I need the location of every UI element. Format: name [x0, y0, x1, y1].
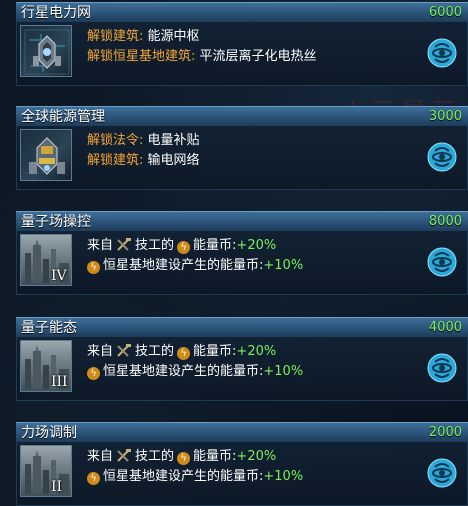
- tech-card-force-field-modulation[interactable]: 力场调制 2000 II 来自 技工的 ϟ 能量币:+20% ϟ 恒星基地建设产生的能量…: [16, 422, 468, 506]
- tech-card-body: 解锁建筑: 能源中枢 解锁恒星基地建筑: 平流层离子化电热丝: [16, 22, 468, 86]
- tech-card-body: II 来自 技工的 ϟ 能量币:+20% ϟ 恒星基地建设产生的能量币:+10%: [16, 442, 468, 506]
- research-cost: 6000: [428, 5, 462, 20]
- wrench-hammer-icon: [117, 238, 132, 251]
- research-cost: 4000: [428, 320, 462, 335]
- modifier-line: ϟ 恒星基地建设产生的能量币:+10%: [87, 362, 303, 382]
- tech-title: 力场调制: [21, 425, 77, 441]
- tier-numeral: IV: [51, 268, 67, 284]
- energy-bolt-icon: ϟ: [87, 472, 100, 485]
- energy-bolt-icon: ϟ: [87, 367, 100, 380]
- wrench-hammer-icon: [117, 449, 132, 462]
- tech-card-body: IV 来自 技工的 ϟ 能量币:+20% ϟ 恒星基地建设产生的能量币:+10%: [16, 231, 468, 295]
- tech-card-quantum-energy-state[interactable]: 量子能态 4000 III 来自 技工的 ϟ 能量币:+20% ϟ 恒星基地建设产生的能…: [16, 317, 468, 401]
- research-cost: 8000: [428, 214, 462, 229]
- physics-emblem-icon: [427, 458, 457, 488]
- tech-thumbnail: III: [20, 340, 72, 392]
- research-cost: 2000: [428, 425, 462, 440]
- modifier-line: 来自 技工的 ϟ 能量币:+20%: [87, 238, 277, 254]
- tech-thumbnail: II: [20, 445, 72, 497]
- tech-title: 行星电力网: [21, 5, 91, 21]
- industrial-city-icon: [25, 450, 69, 494]
- power-hub-icon: [20, 129, 72, 181]
- tech-title: 量子能态: [21, 320, 77, 336]
- physics-emblem-icon: [427, 38, 457, 68]
- tech-card-header: 全球能源管理 3000: [16, 106, 468, 126]
- unlock-line: 解锁法令: 电量补贴: [87, 133, 200, 148]
- tech-title: 全球能源管理: [21, 109, 105, 125]
- tech-card-header: 量子场操控 8000: [16, 211, 468, 231]
- energy-bolt-icon: ϟ: [177, 452, 191, 465]
- tech-card-body: III 来自 技工的 ϟ 能量币:+20% ϟ 恒星基地建设产生的能量币:+10%: [16, 337, 468, 401]
- power-hub-icon: [20, 25, 72, 77]
- wrench-hammer-icon: [117, 344, 132, 357]
- unlock-line: 解锁建筑: 输电网络: [87, 153, 200, 168]
- unlock-line: 解锁恒星基地建筑: 平流层离子化电热丝: [87, 49, 317, 64]
- tier-numeral: II: [51, 479, 63, 495]
- modifier-line: ϟ 恒星基地建设产生的能量币:+10%: [87, 467, 303, 487]
- tier-numeral: III: [51, 374, 68, 390]
- tech-card-header: 力场调制 2000: [16, 422, 468, 442]
- tech-card-global-energy-management[interactable]: 全球能源管理 3000 解锁法令: 电量补贴 解锁建筑: 输电网络: [16, 106, 468, 190]
- modifier-line: 来自 技工的 ϟ 能量币:+20%: [87, 449, 277, 465]
- energy-bolt-icon: ϟ: [177, 347, 191, 360]
- tech-title: 量子场操控: [21, 214, 91, 230]
- physics-emblem-icon: [427, 353, 457, 383]
- research-cost: 3000: [428, 109, 462, 124]
- energy-bolt-icon: ϟ: [87, 261, 100, 274]
- unlock-line: 解锁建筑: 能源中枢: [87, 29, 200, 44]
- physics-emblem-icon: [427, 142, 457, 172]
- energy-bolt-icon: ϟ: [177, 241, 191, 254]
- modifier-line: ϟ 恒星基地建设产生的能量币:+10%: [87, 256, 303, 276]
- physics-emblem-icon: [427, 247, 457, 277]
- tech-thumbnail: IV: [20, 234, 72, 286]
- tech-card-header: 行星电力网 6000: [16, 2, 468, 22]
- tech-card-planetary-power-grid[interactable]: 行星电力网 6000 解锁建筑: 能源中枢 解锁恒星基地建筑: 平流层离子化电热…: [16, 2, 468, 88]
- tech-card-header: 量子能态 4000: [16, 317, 468, 337]
- modifier-line: 来自 技工的 ϟ 能量币:+20%: [87, 344, 277, 360]
- tech-card-body: 解锁法令: 电量补贴 解锁建筑: 输电网络: [16, 126, 468, 190]
- tech-card-quantum-field-manipulation[interactable]: 量子场操控 8000 IV 来自 技工的 ϟ 能量币:+20% ϟ 恒星基地建设产生的能…: [16, 211, 468, 295]
